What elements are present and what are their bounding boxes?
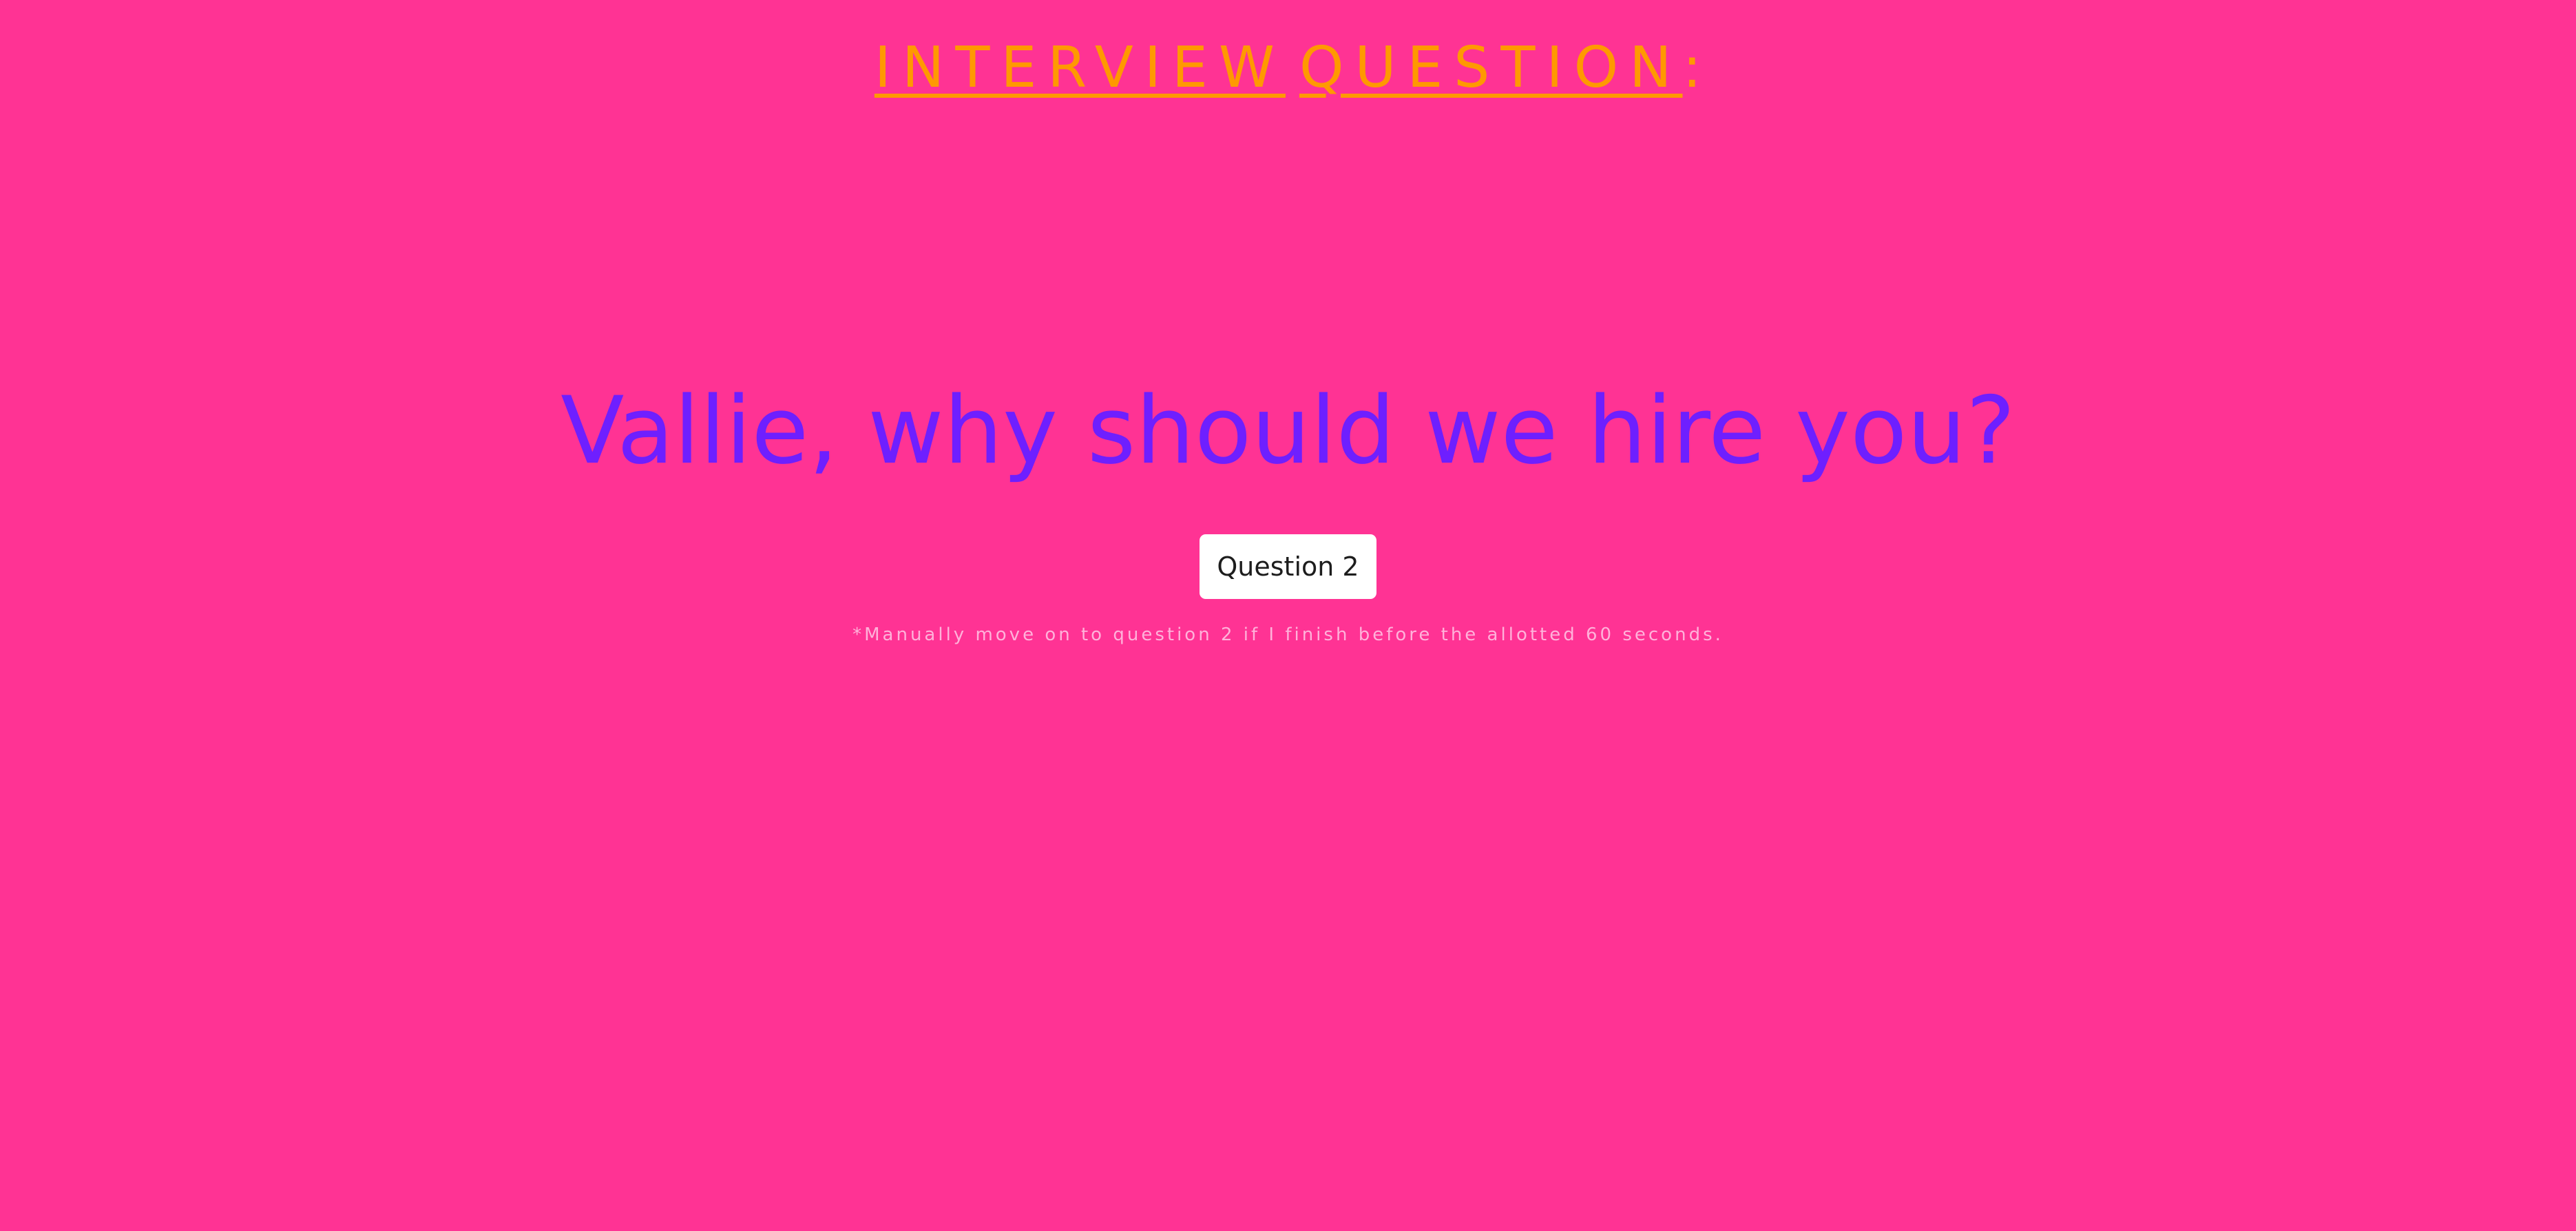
interview-question: Vallie, why should we hire you? [561, 377, 2015, 485]
page-title-word-question: QUESTION [1299, 35, 1683, 101]
manual-advance-note: *Manually move on to question 2 if I fin… [852, 624, 1724, 645]
interview-page: INTERVIEW QUESTION : Vallie, why should … [0, 0, 2576, 1231]
next-question-button[interactable]: Question 2 [1200, 534, 1376, 599]
page-title-word-interview: INTERVIEW [874, 35, 1286, 101]
page-title-colon: : [1682, 35, 1702, 101]
page-title: INTERVIEW QUESTION : [875, 40, 1701, 96]
